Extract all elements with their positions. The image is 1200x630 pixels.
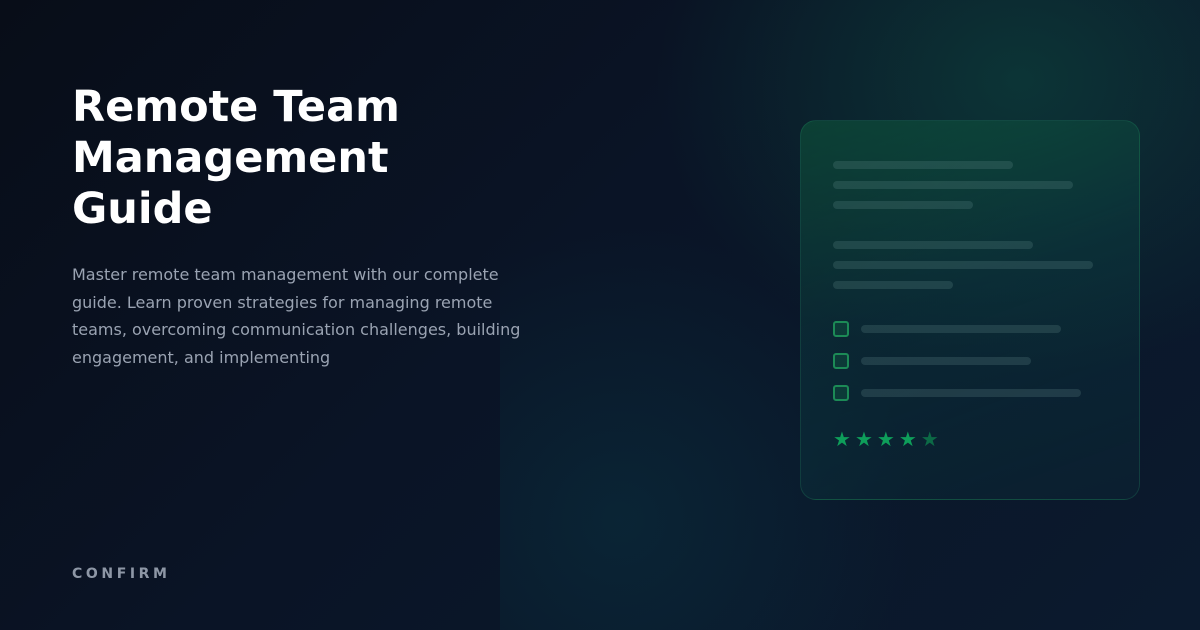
document-illustration-card: ★ ★ ★ ★ ★: [800, 120, 1140, 500]
text-placeholder-line: [833, 161, 1013, 169]
star-rating: ★ ★ ★ ★ ★: [833, 427, 939, 451]
checkbox-icon: [833, 353, 849, 369]
title-line-2: Management Guide: [72, 133, 389, 234]
title-line-1: Remote Team: [72, 82, 400, 132]
checkbox-icon: [833, 385, 849, 401]
page-title: Remote Team Management Guide: [72, 82, 542, 235]
text-placeholder-line: [833, 281, 953, 289]
star-icon: ★: [876, 427, 895, 451]
text-placeholder-line: [833, 261, 1093, 269]
star-icon: ★: [898, 427, 917, 451]
checklist-placeholder-line: [861, 325, 1061, 333]
star-icon: ★: [854, 427, 873, 451]
checkbox-icon: [833, 321, 849, 337]
text-placeholder-line: [833, 181, 1073, 189]
brand-label: CONFIRM: [72, 566, 171, 582]
checklist-placeholder-line: [861, 357, 1031, 365]
star-icon: ★: [833, 427, 851, 451]
page-description: Master remote team management with our c…: [72, 265, 521, 367]
checklist-placeholder-line: [861, 389, 1081, 397]
text-placeholder-line: [833, 201, 973, 209]
text-placeholder-line: [833, 241, 1033, 249]
hero-section: Remote Team Management Guide Master remo…: [72, 82, 542, 371]
star-icon: ★: [920, 427, 939, 451]
